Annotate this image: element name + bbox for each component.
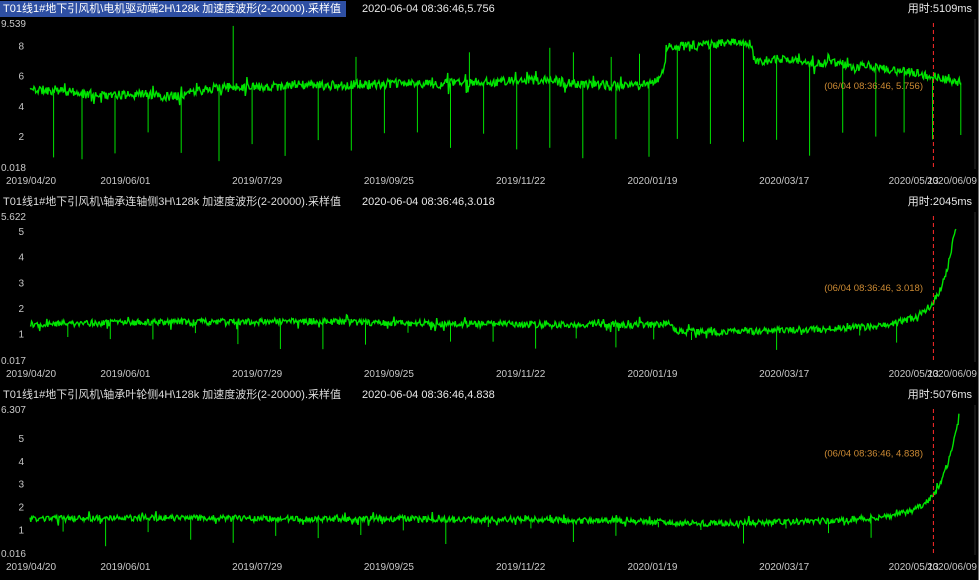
axis-label: 2020/01/19: [627, 369, 677, 380]
axis-label: 2020/06/09: [927, 176, 977, 187]
axis-label: 5: [18, 227, 24, 238]
axis-label: 2020/06/09: [927, 562, 977, 573]
axis-label: 1: [18, 330, 24, 341]
axis-label: 3: [18, 480, 24, 491]
cursor-annotation: (06/04 08:36:46, 5.756): [824, 81, 923, 92]
chart-panel-motor-drive-end: T01线1#地下引风机\电机驱动端2H\128k 加速度波形(2-20000).…: [0, 1, 978, 194]
axis-label: 1: [18, 525, 24, 536]
chart-timestamp: 2020-06-04 08:36:46,3.018: [362, 194, 495, 210]
axis-label: 0.016: [1, 549, 26, 560]
axis-label: 2019/09/25: [364, 176, 414, 187]
chart-title[interactable]: T01线1#地下引风机\轴承叶轮侧4H\128k 加速度波形(2-20000).…: [0, 387, 346, 403]
axis-label: 2019/07/29: [232, 176, 282, 187]
trend-chart[interactable]: 6.307 0.016 5 4 3 2 1 2019/04/20 2019/06/01 2019/…: [0, 403, 979, 580]
axis-label: 2: [18, 132, 24, 143]
axis-label: 6: [18, 72, 24, 83]
axis-label: 2019/04/20: [6, 369, 56, 380]
axis-label: 0.017: [1, 356, 26, 367]
axis-label: 4: [18, 102, 24, 113]
axis-label: 2019/11/22: [496, 562, 546, 573]
axis-label: 2019/04/20: [6, 562, 56, 573]
axis-label: 2019/04/20: [6, 176, 56, 187]
chart-panel-bearing-coupling-side: T01线1#地下引风机\轴承连轴侧3H\128k 加速度波形(2-20000).…: [0, 194, 978, 387]
chart-timestamp: 2020-06-04 08:36:46,4.838: [362, 387, 495, 403]
monitor-window: T01线1#地下引风机\电机驱动端2H\128k 加速度波形(2-20000).…: [0, 0, 979, 580]
elapsed-time: 用时:5076ms: [908, 387, 972, 403]
axis-label: 2020/03/17: [759, 369, 809, 380]
axis-label: 0.018: [1, 163, 26, 174]
chart-title[interactable]: T01线1#地下引风机\电机驱动端2H\128k 加速度波形(2-20000).…: [0, 1, 346, 17]
axis-label: 2019/07/29: [232, 369, 282, 380]
elapsed-time: 用时:5109ms: [908, 1, 972, 17]
cursor-annotation: (06/04 08:36:46, 3.018): [824, 283, 923, 294]
axis-label: 2019/09/25: [364, 562, 414, 573]
trend-chart[interactable]: 9.539 0.018 8 6 4 2 2019/04/20 2019/06/01 2019/0…: [0, 17, 979, 194]
axis-label: 2019/11/22: [496, 176, 546, 187]
axis-label: 4: [18, 457, 24, 468]
axis-label: 3: [18, 278, 24, 289]
waveform-trace: [30, 414, 959, 528]
axis-label: 5.622: [1, 212, 26, 223]
axis-label: 2020/06/09: [927, 369, 977, 380]
chart-header[interactable]: T01线1#地下引风机\电机驱动端2H\128k 加速度波形(2-20000).…: [0, 1, 978, 17]
trend-chart[interactable]: 5.622 0.017 5 4 3 2 1 2019/04/20 2019/06/01 2019/…: [0, 210, 979, 387]
axis-label: 2019/11/22: [496, 369, 546, 380]
axis-label: 2020/03/17: [759, 176, 809, 187]
waveform-trace: [30, 229, 956, 338]
chart-title[interactable]: T01线1#地下引风机\轴承连轴侧3H\128k 加速度波形(2-20000).…: [0, 194, 346, 210]
chart-header[interactable]: T01线1#地下引风机\轴承叶轮侧4H\128k 加速度波形(2-20000).…: [0, 387, 978, 403]
axis-label: 4: [18, 253, 24, 264]
axis-label: 2019/06/01: [100, 176, 150, 187]
axis-label: 2020/01/19: [627, 176, 677, 187]
axis-label: 2020/03/17: [759, 562, 809, 573]
waveform-trace: [30, 39, 961, 105]
chart-timestamp: 2020-06-04 08:36:46,5.756: [362, 1, 495, 17]
axis-label: 8: [18, 41, 24, 52]
axis-label: 2019/09/25: [364, 369, 414, 380]
axis-label: 6.307: [1, 405, 26, 416]
elapsed-time: 用时:2045ms: [908, 194, 972, 210]
axis-label: 2019/07/29: [232, 562, 282, 573]
axis-label: 2: [18, 503, 24, 514]
axis-label: 2019/06/01: [100, 369, 150, 380]
axis-label: 2020/01/19: [627, 562, 677, 573]
axis-label: 9.539: [1, 19, 26, 30]
cursor-annotation: (06/04 08:36:46, 4.838): [824, 449, 923, 460]
axis-label: 2019/06/01: [100, 562, 150, 573]
chart-panel-bearing-impeller-side: T01线1#地下引风机\轴承叶轮侧4H\128k 加速度波形(2-20000).…: [0, 387, 978, 580]
chart-header[interactable]: T01线1#地下引风机\轴承连轴侧3H\128k 加速度波形(2-20000).…: [0, 194, 978, 210]
axis-label: 5: [18, 434, 24, 445]
axis-label: 2: [18, 304, 24, 315]
